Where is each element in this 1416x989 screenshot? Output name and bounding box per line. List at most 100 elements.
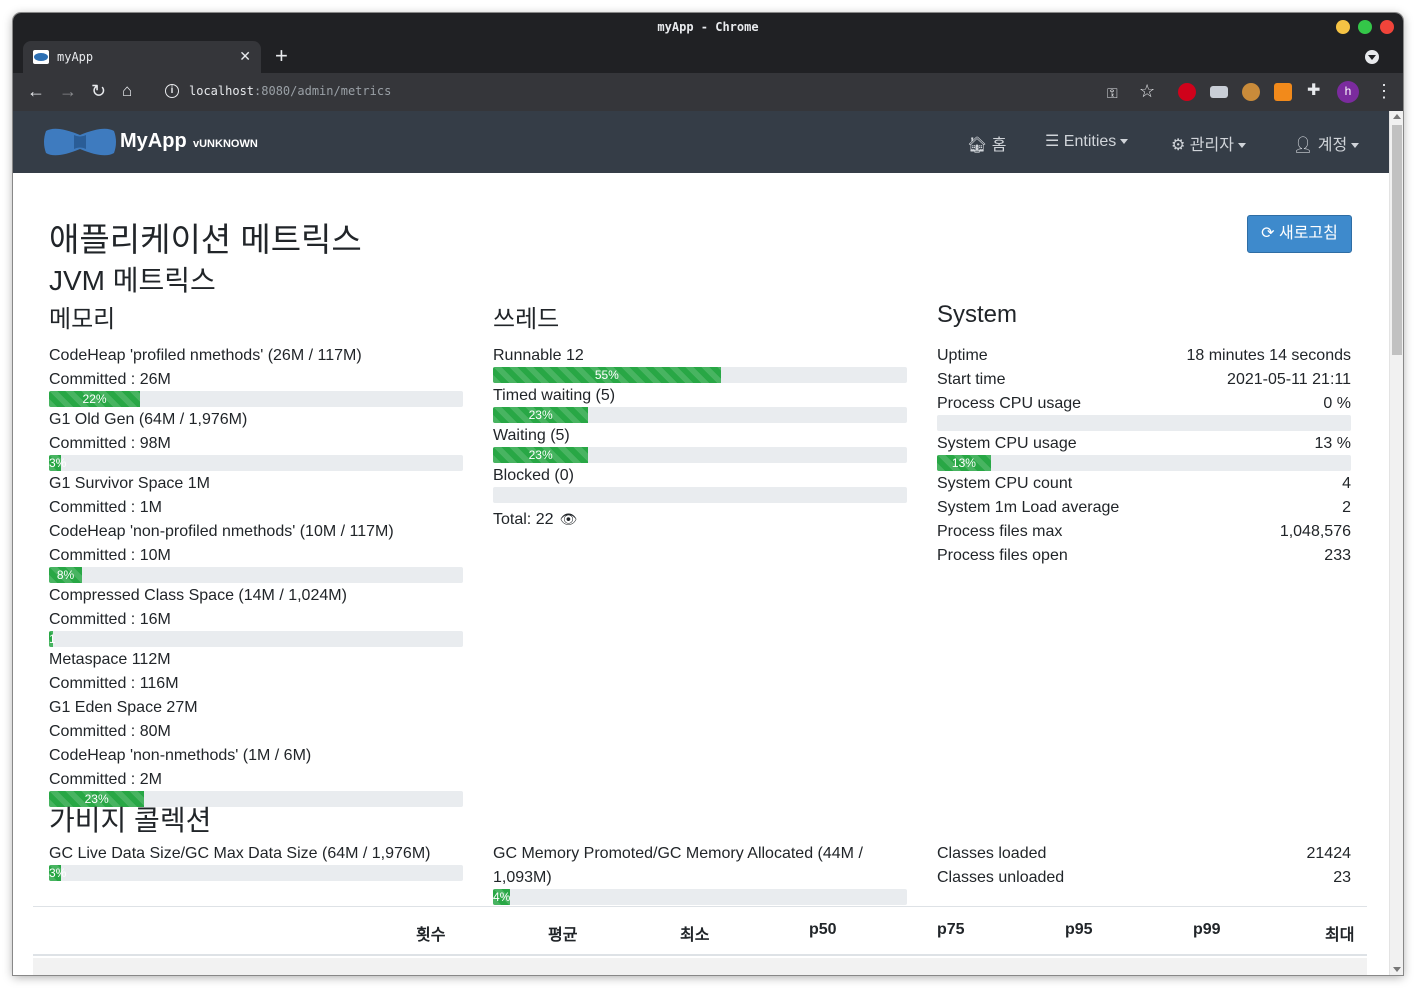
- gc-title: 가비지 콜렉션: [49, 805, 212, 836]
- memory-title: 메모리: [49, 306, 116, 333]
- memory-item-name: G1 Eden Space 27M: [49, 699, 198, 716]
- memory-item-name: CodeHeap 'profiled nmethods' (26M / 117M…: [49, 347, 362, 364]
- nav-account-label: 계정: [1317, 137, 1348, 154]
- page-viewport: MyApp vUNKNOWN 🏠︎ 홈 ☰ Entities ⚙ 관리자 👤︎ …: [13, 111, 1389, 975]
- close-tab-icon[interactable]: ✕: [239, 48, 251, 65]
- system-row-value: 18 minutes 14 seconds: [1186, 347, 1351, 364]
- system-title: System: [937, 301, 1018, 328]
- gc-promoted-label-cont: 1,093M): [493, 869, 552, 886]
- app-navbar: MyApp vUNKNOWN 🏠︎ 홈 ☰ Entities ⚙ 관리자 👤︎ …: [13, 111, 1389, 173]
- scroll-down-icon[interactable]: [1393, 967, 1401, 972]
- memory-item-committed: Committed : 80M: [49, 723, 171, 740]
- maximize-button[interactable]: [1358, 20, 1372, 34]
- home-icon[interactable]: ⌂: [122, 81, 132, 101]
- thread-state-progress: 23%: [493, 447, 907, 463]
- minimize-button[interactable]: [1336, 20, 1350, 34]
- memory-item-progress: 8%: [49, 567, 463, 583]
- back-icon[interactable]: ←: [27, 81, 45, 101]
- memory-item-progress-fill: 3%: [49, 455, 67, 471]
- nav-admin-label: 관리자: [1189, 137, 1234, 154]
- forward-icon[interactable]: →: [59, 81, 77, 101]
- site-info-icon[interactable]: i: [165, 84, 179, 98]
- key-icon[interactable]: ⚿: [1107, 83, 1118, 103]
- memory-item-name: CodeHeap 'non-nmethods' (1M / 6M): [49, 747, 312, 764]
- system-cpu-progress-fill: 13%: [937, 455, 991, 471]
- nav-home[interactable]: 🏠︎ 홈: [967, 131, 1007, 155]
- memory-item-progress-fill: 1: [49, 631, 56, 647]
- window-title: myApp - Chrome: [657, 20, 759, 34]
- list-icon: ☰: [1045, 133, 1060, 150]
- browser-tab[interactable]: myApp ✕: [23, 41, 261, 73]
- tab-search-icon[interactable]: [1365, 50, 1379, 64]
- users-cog-icon: ⚙: [1171, 137, 1186, 154]
- memory-item-progress: 1: [49, 631, 463, 647]
- brand-logo-icon[interactable]: [44, 125, 116, 159]
- reload-icon[interactable]: ↻: [91, 81, 106, 101]
- th-max: 최대: [1325, 927, 1355, 944]
- cookie-extension-icon[interactable]: [1242, 83, 1260, 101]
- memory-item-committed: Committed : 98M: [49, 435, 171, 452]
- th-p50: p50: [809, 921, 837, 938]
- thread-state-name: Timed waiting (5): [493, 387, 616, 404]
- window-extension-icon[interactable]: [1210, 86, 1228, 98]
- memory-item-name: G1 Survivor Space 1M: [49, 475, 210, 492]
- threads-total[interactable]: Total: 22 👁︎: [493, 511, 577, 529]
- refresh-button[interactable]: ⟳ 새로고침: [1247, 215, 1352, 253]
- refresh-label: 새로고침: [1278, 225, 1338, 242]
- th-p95: p95: [1065, 921, 1093, 938]
- caret-down-icon: [1351, 143, 1360, 149]
- system-row-value: 4: [1342, 475, 1351, 492]
- bookmark-star-icon[interactable]: ☆: [1139, 81, 1155, 101]
- jvm-metrics-title: JVM 메트릭스: [49, 265, 216, 296]
- caret-down-icon: [1120, 139, 1129, 145]
- thread-state-name: Waiting (5): [493, 427, 570, 444]
- nav-entities-label: Entities: [1063, 133, 1117, 150]
- thread-state-progress: 55%: [493, 367, 907, 383]
- memory-item-committed: Committed : 116M: [49, 675, 179, 692]
- system-row-value: 1,048,576: [1279, 523, 1351, 540]
- thread-state-name: Blocked (0): [493, 467, 574, 484]
- memory-item-committed: Committed : 16M: [49, 611, 171, 628]
- system-row-value: 2021-05-11 21:11: [1227, 371, 1351, 388]
- adblock-extension-icon[interactable]: [1178, 83, 1196, 101]
- eye-icon[interactable]: 👁︎: [559, 511, 577, 527]
- system-row-value: 0 %: [1323, 395, 1351, 412]
- url-text[interactable]: localhost:8080/admin/metrics: [189, 84, 391, 98]
- classes-unloaded-value: 23: [1333, 869, 1351, 886]
- page-scrollbar[interactable]: [1389, 111, 1403, 975]
- nav-admin[interactable]: ⚙ 관리자: [1171, 131, 1246, 155]
- system-row-label: System 1m Load average: [937, 499, 1120, 516]
- new-tab-button[interactable]: +: [275, 44, 288, 68]
- extensions-puzzle-icon[interactable]: ✚: [1307, 81, 1320, 101]
- th-p75: p75: [937, 921, 965, 938]
- system-row-label: System CPU usage: [937, 435, 1077, 452]
- user-icon: 👤︎: [1293, 137, 1314, 154]
- address-bar[interactable]: i localhost:8080/admin/metrics: [161, 77, 1171, 107]
- scrollbar-thumb[interactable]: [1392, 125, 1402, 355]
- brand-name[interactable]: MyApp: [120, 130, 187, 153]
- thread-state-progress-fill: 23%: [493, 447, 589, 463]
- close-window-button[interactable]: [1380, 20, 1394, 34]
- system-row-label: Process files open: [937, 547, 1068, 564]
- tab-strip: myApp ✕ +: [13, 41, 1403, 73]
- memory-item-name: Metaspace 112M: [49, 651, 171, 668]
- system-row-value: 2: [1342, 499, 1351, 516]
- scroll-up-icon[interactable]: [1393, 114, 1401, 119]
- rss-extension-icon[interactable]: [1274, 83, 1292, 101]
- brand-version: vUNKNOWN: [193, 138, 258, 150]
- profile-avatar[interactable]: h: [1337, 81, 1359, 103]
- system-cpu-progress: [937, 415, 1351, 431]
- nav-entities[interactable]: ☰ Entities: [1045, 131, 1129, 151]
- classes-unloaded-label: Classes unloaded: [937, 869, 1065, 886]
- gc-live-progress-fill: 3%: [49, 865, 67, 881]
- nav-account[interactable]: 👤︎ 계정: [1293, 131, 1360, 155]
- system-row-label: Start time: [937, 371, 1006, 388]
- th-mean: 평균: [548, 927, 578, 944]
- thread-state-progress-fill: 55%: [493, 367, 721, 383]
- nav-home-label: 홈: [991, 137, 1007, 154]
- browser-menu-icon[interactable]: ⋮: [1375, 81, 1393, 101]
- memory-item-committed: Committed : 26M: [49, 371, 171, 388]
- browser-toolbar: ← → ↻ ⌂ i localhost:8080/admin/metrics ⚿…: [13, 73, 1403, 111]
- home-icon: 🏠︎: [967, 137, 988, 154]
- system-row-label: Process CPU usage: [937, 395, 1082, 412]
